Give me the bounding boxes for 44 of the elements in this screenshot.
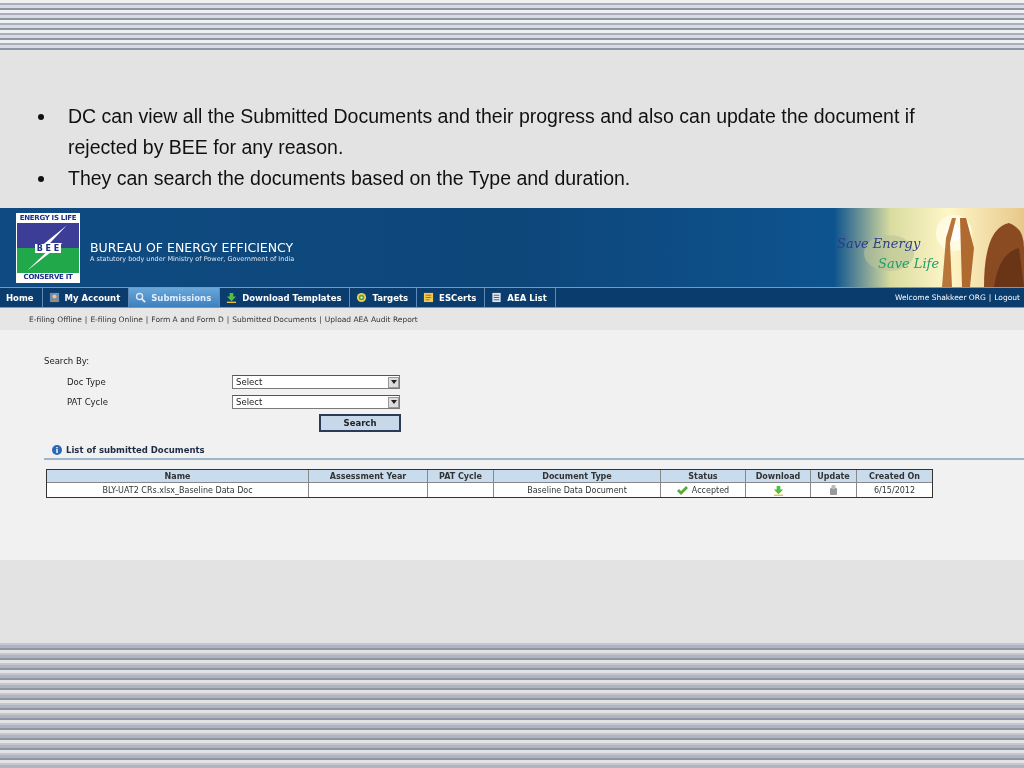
column-header: Created On <box>857 470 932 483</box>
table-cell <box>428 483 494 497</box>
field-label: PAT Cycle <box>67 397 109 407</box>
table-cell: Baseline Data Document <box>494 483 661 497</box>
dropdown-field[interactable]: Select <box>232 395 400 409</box>
search-icon <box>135 292 147 303</box>
certificate-icon <box>423 292 435 303</box>
dropdown-field[interactable]: Select <box>232 375 400 389</box>
bullet-text: They can search the documents based on the Type and duration. <box>68 166 631 191</box>
download-arrow-icon[interactable] <box>772 484 784 496</box>
person-icon <box>48 292 60 303</box>
column-header: Document Type <box>494 470 661 483</box>
search-heading: Search By: <box>44 356 90 368</box>
target-icon <box>356 292 368 303</box>
site-title: BUREAU OF ENERGY EFFICIENCY <box>90 241 295 255</box>
column-header: Status <box>661 470 746 483</box>
column-header: Name <box>47 470 309 483</box>
section-title: List of submitted Documents <box>66 445 205 455</box>
document-icon <box>491 292 503 303</box>
logo-text: B E E <box>34 243 62 253</box>
search-button[interactable]: Search <box>319 414 401 432</box>
banner-tagline: Save Life <box>878 256 940 271</box>
caret-icon <box>390 380 397 384</box>
bullet-text: DC can view all the Submitted Documents and their progress and also can update the document if rejected by BEE for any reason. <box>68 104 916 160</box>
bullet-icon <box>37 176 44 182</box>
caret-icon <box>390 400 397 404</box>
download-arrow-icon <box>226 292 238 303</box>
checkmark-icon <box>676 485 688 495</box>
column-header: Update <box>811 470 857 483</box>
nav-tab[interactable]: Targets <box>350 288 418 307</box>
column-header: Download <box>746 470 811 483</box>
column-header: PAT Cycle <box>428 470 494 483</box>
table-cell: 6/15/2012 <box>857 483 932 497</box>
bullet-icon <box>37 114 44 120</box>
nav-tab[interactable]: Home <box>0 288 43 307</box>
status-cell: Accepted <box>661 483 746 497</box>
field-label: Doc Type <box>67 377 107 387</box>
info-icon <box>52 445 62 455</box>
nav-tab[interactable]: Download Templates <box>220 288 351 307</box>
column-header: Assessment Year <box>309 470 428 483</box>
nav-tab[interactable]: AEA List <box>485 288 556 307</box>
nav-tab[interactable]: ESCerts <box>417 288 486 307</box>
table-cell: BLY-UAT2 CRs.xlsx_Baseline Data Doc <box>47 483 309 497</box>
upload-icon[interactable] <box>829 485 838 495</box>
